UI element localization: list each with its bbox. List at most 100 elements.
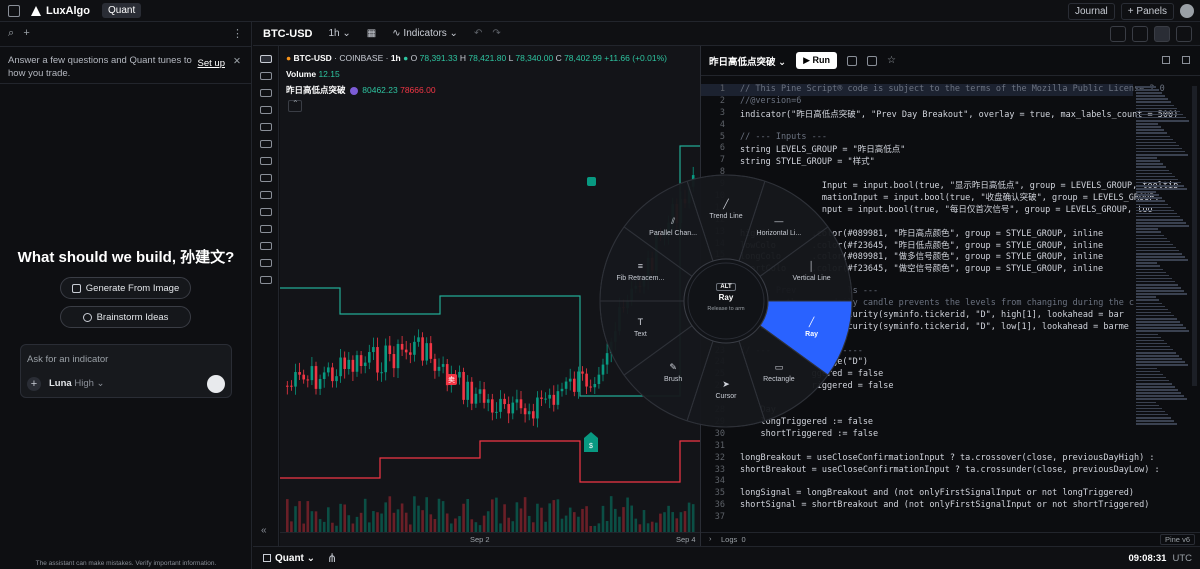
brush-tool-icon[interactable] (259, 140, 272, 148)
channel-tool-icon[interactable] (259, 89, 272, 97)
layers-icon[interactable] (1132, 26, 1148, 42)
volume-bar (454, 518, 457, 532)
mode-quant-tab[interactable]: Quant (102, 3, 142, 18)
minimap-line (1136, 379, 1169, 382)
ruler-icon[interactable] (259, 208, 272, 216)
undo-icon[interactable]: ↶ (474, 28, 482, 39)
minimap-line (1136, 234, 1164, 236)
run-label: Run (812, 55, 831, 65)
eye-icon[interactable] (259, 242, 272, 250)
minimap-line (1136, 274, 1169, 277)
logs-tab[interactable]: Logs 0 (721, 535, 746, 544)
new-chat-icon[interactable]: + (23, 27, 29, 39)
interval-selector[interactable]: 1h ⌄ (329, 28, 351, 39)
brainstorm-ideas-button[interactable]: Brainstorm Ideas (60, 306, 191, 328)
script-name[interactable]: 昨日高低点突破 ⌄ (709, 54, 786, 68)
volume-bar (425, 497, 428, 532)
rectangle-tool-icon[interactable] (259, 123, 272, 131)
clock[interactable]: 09:08:31 UTC (1128, 553, 1192, 564)
text-tool-icon[interactable] (259, 157, 272, 165)
editor-scrollbar[interactable] (1192, 86, 1197, 386)
radial-tool-icon: ╱ (723, 199, 729, 209)
generate-from-image-button[interactable]: Generate From Image (60, 277, 191, 299)
layout-grid-icon[interactable]: ▦ (367, 28, 376, 39)
minimap-line (1136, 194, 1159, 196)
volume-bar (302, 523, 305, 532)
close-icon[interactable]: ✕ (233, 55, 241, 68)
legend-collapse-button[interactable]: ⌃ (288, 99, 302, 112)
code-line[interactable]: 33 shortBreakout = useCloseConfirmationIn… (701, 465, 1160, 477)
model-selector[interactable]: Luna High ⌄ (49, 378, 105, 389)
pin-icon[interactable] (1162, 56, 1170, 64)
candle-body (404, 349, 408, 353)
minimap-line (1136, 178, 1178, 181)
code-line[interactable]: 34 (701, 476, 1133, 488)
code-line[interactable]: 37 (701, 512, 1133, 524)
ask-input-box[interactable]: Ask for an indicator + Luna High ⌄ (20, 344, 232, 398)
panels-button[interactable]: + Panels (1120, 2, 1174, 20)
flag-tool-icon[interactable] (259, 174, 272, 182)
run-button[interactable]: ▶ Run (796, 52, 838, 69)
code-line[interactable]: 31 (701, 441, 1133, 453)
minimap-line (1136, 358, 1182, 360)
code-line[interactable]: 5 // --- Inputs --- (701, 132, 1133, 144)
code-editor-icon[interactable] (1154, 26, 1170, 42)
code-line[interactable]: 32 longBreakout = useCloseConfirmationInp… (701, 453, 1155, 465)
redo-icon[interactable]: ↷ (492, 28, 500, 39)
lock-icon[interactable] (259, 259, 272, 267)
share-icon[interactable]: ⋔ (327, 551, 337, 565)
more-options-icon[interactable]: ⋮ (232, 27, 243, 40)
pine-version-badge[interactable]: Pine v6 (1159, 534, 1195, 545)
minimap-line (1136, 181, 1181, 184)
legend-row-indicator[interactable]: 昨日高低点突破 80462.23 78666.00 (286, 82, 667, 98)
code-line[interactable]: 1 // This Pine Script® code is subject to… (701, 84, 1165, 96)
code-line[interactable]: 6 string LEVELS_GROUP = "昨日高低点" (701, 143, 1133, 155)
volume-bar (675, 518, 679, 532)
copy-icon[interactable] (867, 55, 878, 66)
collapse-toolbar-icon[interactable]: « (261, 525, 267, 536)
editor-footer: › Logs 0 Pine v6 (701, 532, 1200, 546)
code-line[interactable]: 35 longSignal = longBreakout and (not onl… (701, 488, 1134, 500)
volume-bar (462, 503, 465, 532)
script-title: 昨日高低点突破 (709, 56, 776, 68)
avatar[interactable] (1180, 4, 1194, 18)
camera-icon[interactable] (1176, 26, 1192, 42)
volume-bars (286, 496, 695, 532)
code-line[interactable]: 7 string STYLE_GROUP = "样式" (701, 155, 1133, 167)
star-icon[interactable]: ☆ (887, 55, 896, 66)
symbol-selector[interactable]: BTC-USD (263, 28, 313, 40)
magnet-icon[interactable] (259, 191, 272, 199)
code-minimap[interactable] (1136, 86, 1190, 466)
radial-tool-label: Horizontal Li... (756, 230, 802, 238)
line-number: 3 (719, 107, 725, 118)
microphone-icon[interactable] (207, 375, 225, 393)
minimap-line (1136, 398, 1187, 400)
chat-panel-icon[interactable] (1110, 26, 1126, 42)
code-line[interactable]: 3 indicator("昨日高低点突破", "Prev Day Breakout… (701, 107, 1178, 120)
radial-drawing-menu[interactable]: ╱ Trend Line — Horizontal Li... │ Vertical Li… (598, 173, 854, 429)
chevron-right-icon[interactable]: › (709, 534, 712, 543)
trash-icon[interactable] (259, 276, 272, 284)
indicators-button[interactable]: ∿ Indicators ⌄ (392, 28, 458, 39)
close-editor-icon[interactable] (1182, 56, 1190, 64)
eraser-icon[interactable] (259, 225, 272, 233)
quant-layout-selector[interactable]: Quant ⌄ (263, 553, 315, 564)
code-line[interactable]: 2 //@version=6 (701, 96, 1133, 108)
setup-link[interactable]: Set up (198, 57, 225, 70)
line-tool-icon[interactable] (259, 72, 272, 80)
code-line[interactable]: 36 shortSignal = shortBreakout and (not o… (701, 500, 1150, 512)
ask-input-placeholder[interactable]: Ask for an indicator (27, 354, 108, 365)
brand-logo[interactable]: LuxAlgo (30, 5, 90, 17)
bulb-icon (82, 312, 92, 322)
code-line[interactable]: 4 (701, 120, 1133, 132)
model-name: Luna (49, 378, 72, 389)
journal-button[interactable]: Journal (1067, 2, 1115, 20)
document-icon[interactable] (847, 55, 858, 66)
time-axis[interactable]: Sep 2 Sep 4 (280, 532, 700, 546)
sidebar-toggle-icon[interactable] (8, 4, 20, 17)
volume-bar (421, 510, 424, 532)
search-icon[interactable]: ⌕ (8, 27, 14, 40)
pattern-tool-icon[interactable] (259, 106, 272, 114)
cursor-tool-icon[interactable] (259, 55, 272, 63)
attach-plus-icon[interactable]: + (27, 377, 41, 391)
